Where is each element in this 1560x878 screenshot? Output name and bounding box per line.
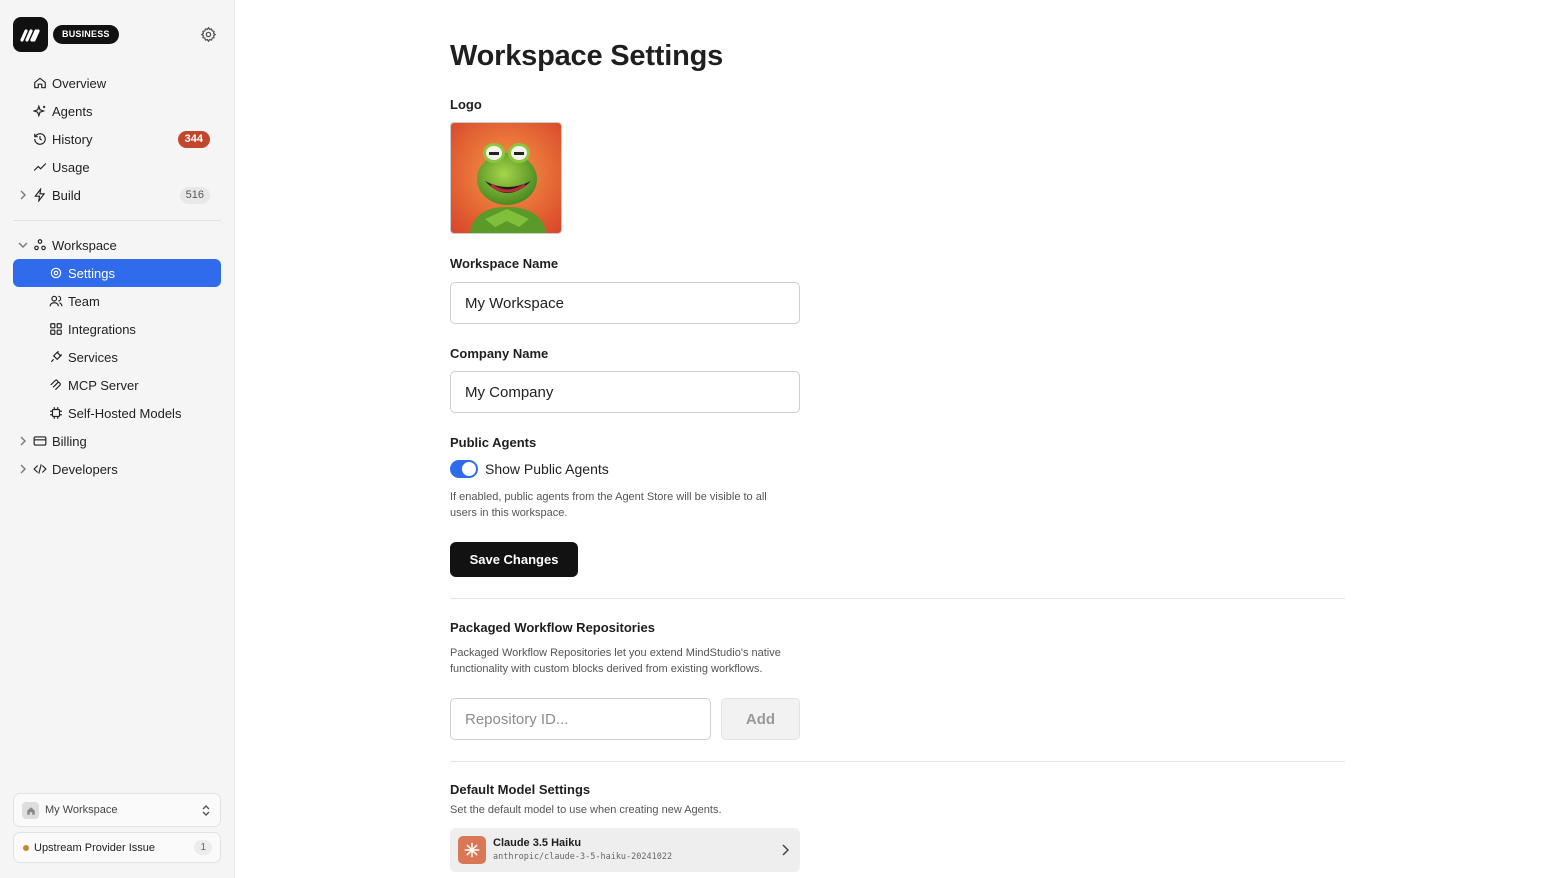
sidebar-item-label: Usage <box>52 160 90 175</box>
home-icon <box>34 77 46 89</box>
add-repository-button[interactable]: Add <box>721 698 800 740</box>
grid-icon <box>50 323 62 335</box>
sidebar-header: BUSINESS <box>13 17 221 52</box>
sidebar-item-build[interactable]: Build 516 <box>13 181 221 209</box>
sidebar-item-label: Services <box>68 350 118 365</box>
public-agents-toggle[interactable] <box>450 460 478 478</box>
sidebar-item-label: Billing <box>52 434 87 449</box>
toggle-knob <box>462 462 476 476</box>
chip-icon <box>50 407 62 419</box>
sidebar: BUSINESS Overview Agents History 344 Usa… <box>0 0 235 878</box>
sidebar-item-label: Overview <box>52 76 107 91</box>
model-id: anthropic/claude-3-5-haiku-20241022 <box>493 852 673 862</box>
sidebar-item-integrations[interactable]: Integrations <box>13 315 221 343</box>
sidebar-divider <box>13 220 221 221</box>
toggle-label: Show Public Agents <box>485 461 609 477</box>
chevron-down-icon[interactable] <box>18 240 28 250</box>
plan-badge: BUSINESS <box>53 25 119 44</box>
workspace-name-label: Workspace Name <box>450 256 559 271</box>
sidebar-item-label: Settings <box>68 266 115 281</box>
sidebar-item-agents[interactable]: Agents <box>13 97 221 125</box>
workspace-switcher-label: My Workspace <box>45 804 118 816</box>
sidebar-item-label: Workspace <box>52 238 117 253</box>
sidebar-item-label: Developers <box>52 462 118 477</box>
plug-icon <box>50 350 63 363</box>
team-icon <box>49 295 63 307</box>
logo-label: Logo <box>450 97 482 112</box>
page-title: Workspace Settings <box>450 40 724 72</box>
sidebar-item-label: Self-Hosted Models <box>68 406 182 421</box>
sidebar-item-label: History <box>52 132 93 147</box>
repos-help-text: Packaged Workflow Repositories let you e… <box>450 647 781 675</box>
repos-title: Packaged Workflow Repositories <box>450 620 655 635</box>
default-model-selector[interactable]: Claude 3.5 Haiku anthropic/claude-3-5-ha… <box>450 828 800 872</box>
sidebar-item-history[interactable]: History 344 <box>13 125 221 153</box>
anthropic-icon <box>458 836 486 864</box>
sidebar-item-developers[interactable]: Developers <box>13 455 221 483</box>
history-icon <box>34 133 46 145</box>
sidebar-item-services[interactable]: Services <box>13 343 221 371</box>
save-button[interactable]: Save Changes <box>450 542 578 577</box>
history-count-badge: 344 <box>177 131 210 148</box>
sidebar-item-settings[interactable]: Settings <box>13 259 221 287</box>
chevron-updown-icon <box>202 805 210 816</box>
public-agents-label: Public Agents <box>450 435 537 450</box>
mcp-icon <box>50 379 61 391</box>
sidebar-item-team[interactable]: Team <box>13 287 221 315</box>
status-count-badge: 1 <box>194 840 212 855</box>
sparkles-icon <box>33 104 46 118</box>
model-settings-help: Set the default model to use when creati… <box>450 804 722 816</box>
sidebar-item-mcp-server[interactable]: MCP Server <box>13 371 221 399</box>
workspace-switcher[interactable]: My Workspace <box>13 793 221 827</box>
company-name-field[interactable] <box>450 371 800 413</box>
sidebar-item-billing[interactable]: Billing <box>13 427 221 455</box>
model-name: Claude 3.5 Haiku <box>493 837 582 849</box>
home-icon <box>22 802 39 819</box>
gear-icon[interactable] <box>200 26 217 43</box>
sidebar-item-label: MCP Server <box>68 378 139 393</box>
section-divider <box>450 598 1345 599</box>
bolt-icon <box>34 188 46 202</box>
sidebar-item-self-hosted-models[interactable]: Self-Hosted Models <box>13 399 221 427</box>
gear-icon <box>50 267 62 279</box>
sidebar-item-overview[interactable]: Overview <box>13 69 221 97</box>
card-icon <box>33 436 47 446</box>
company-name-label: Company Name <box>450 346 549 361</box>
workspace-icon <box>34 239 46 251</box>
workspace-name-field[interactable] <box>450 282 800 324</box>
chevron-right-icon[interactable] <box>18 190 28 200</box>
sidebar-item-label: Agents <box>52 104 93 119</box>
sidebar-item-workspace[interactable]: Workspace <box>13 231 221 259</box>
chevron-right-icon <box>782 844 789 856</box>
sidebar-item-label: Team <box>68 294 100 309</box>
sidebar-item-label: Integrations <box>68 322 136 337</box>
trend-icon <box>33 163 47 171</box>
model-settings-title: Default Model Settings <box>450 782 591 797</box>
status-dot <box>23 845 29 851</box>
chevron-right-icon[interactable] <box>18 464 28 474</box>
chevron-right-icon[interactable] <box>18 436 28 446</box>
code-icon <box>33 464 47 474</box>
build-count-badge: 516 <box>179 187 210 204</box>
workspace-logo-image[interactable] <box>450 122 562 234</box>
app-logo[interactable] <box>13 17 48 52</box>
status-label: Upstream Provider Issue <box>34 842 156 854</box>
status-notice[interactable]: Upstream Provider Issue 1 <box>13 832 221 863</box>
toggle-help-text: If enabled, public agents from the Agent… <box>450 491 767 519</box>
sidebar-item-label: Build <box>52 188 81 203</box>
sidebar-item-usage[interactable]: Usage <box>13 153 221 181</box>
repository-id-input[interactable] <box>450 698 711 740</box>
section-divider <box>450 761 1345 762</box>
